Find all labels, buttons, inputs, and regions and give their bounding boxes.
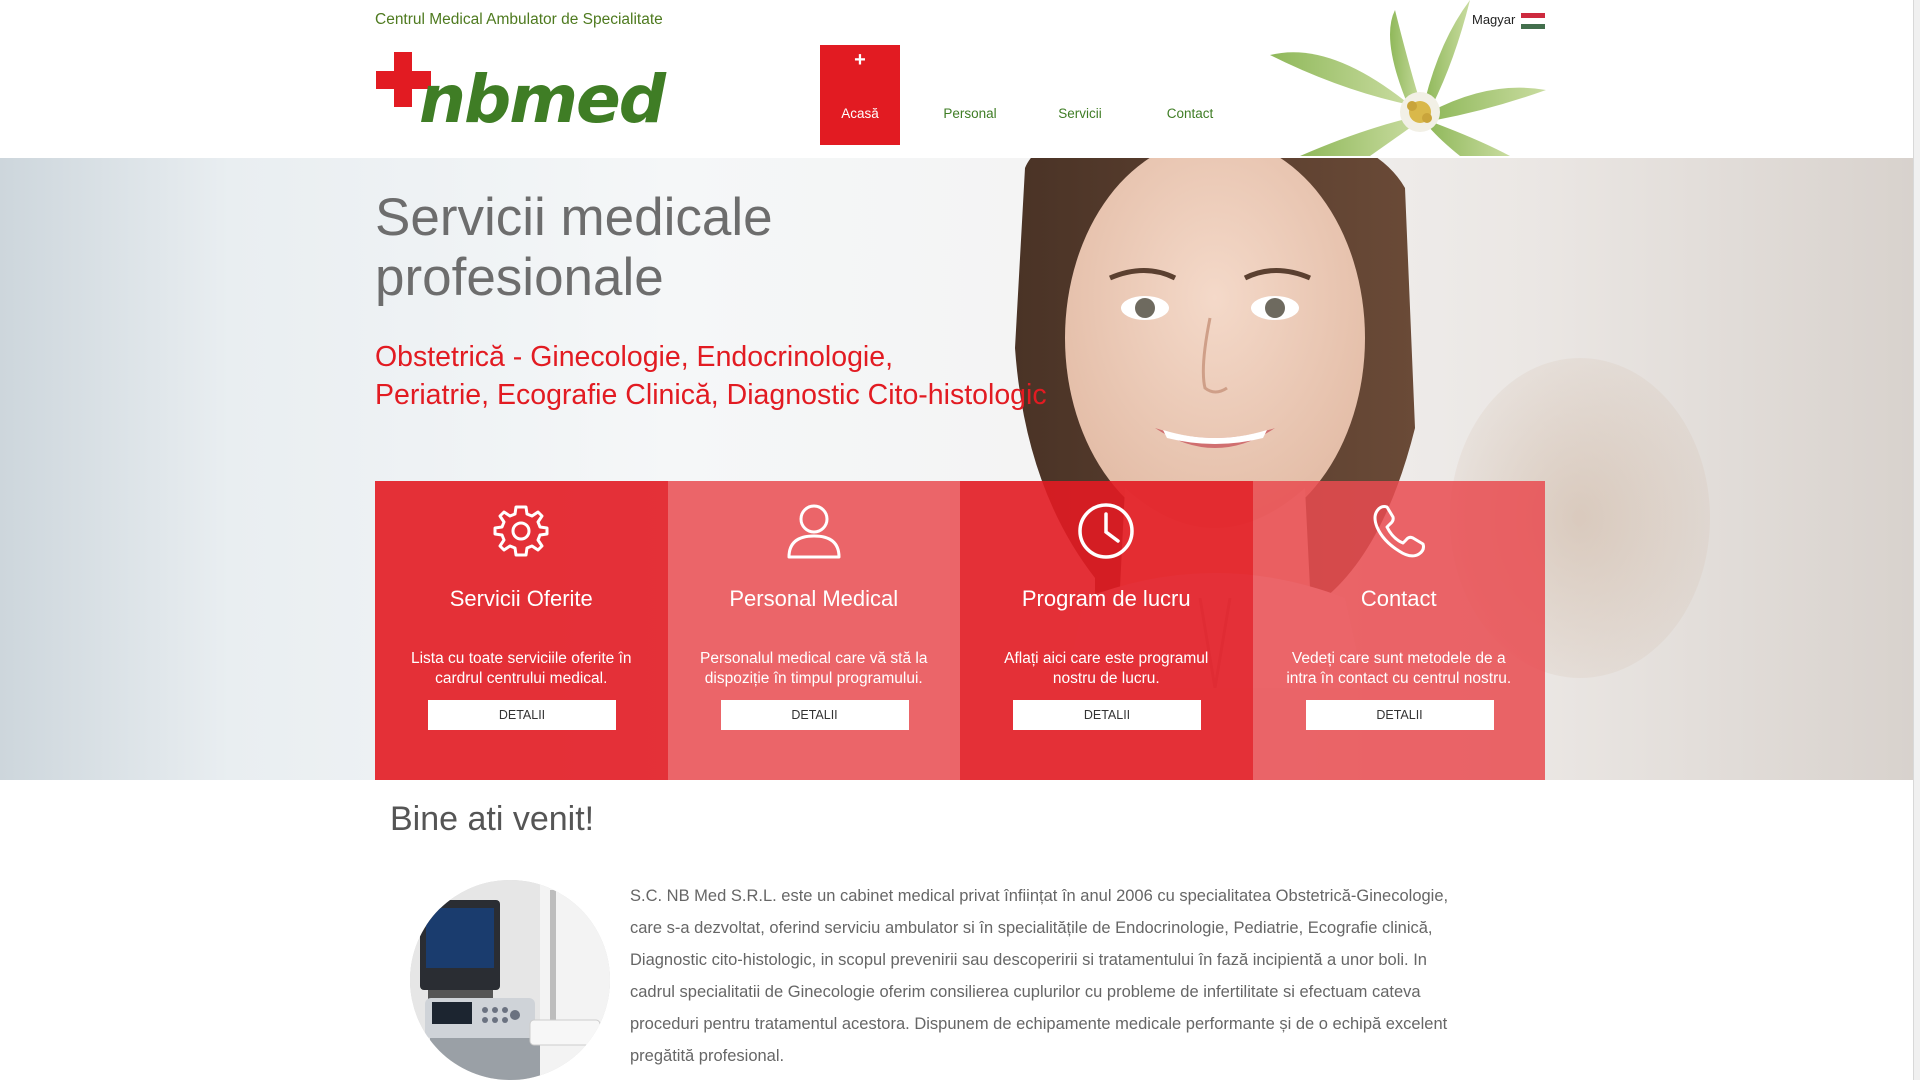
feature-cards: Servicii Oferite Lista cu toate servicii… bbox=[375, 481, 1545, 780]
ultrasound-machine-image bbox=[410, 880, 610, 1080]
phone-icon bbox=[1253, 501, 1546, 561]
nav-item-acasa[interactable]: + Acasă bbox=[820, 45, 900, 145]
card-title: Contact bbox=[1360, 586, 1437, 611]
hero-title-line: profesionale bbox=[375, 248, 664, 307]
hero-title-line: Servicii medicale bbox=[375, 188, 773, 247]
nav-item-label: Acasă bbox=[841, 106, 879, 121]
nav-item-label: Servicii bbox=[1058, 106, 1102, 121]
hungarian-flag-icon[interactable] bbox=[1521, 13, 1545, 29]
hero-subtitle: Obstetrică - Ginecologie, Endocrinologie… bbox=[375, 338, 1095, 414]
site-tagline: Centrul Medical Ambulator de Specialitat… bbox=[375, 11, 663, 28]
site-header: Centrul Medical Ambulator de Specialitat… bbox=[0, 0, 1914, 161]
card-text: Aflați aici care este programul nostru d… bbox=[1004, 650, 1209, 687]
plus-icon: + bbox=[854, 49, 866, 71]
hero-banner: Servicii medicale profesionale Obstetric… bbox=[0, 158, 1914, 780]
hero-subtitle-line: Obstetrică - Ginecologie, Endocrinologie… bbox=[375, 341, 894, 373]
user-icon bbox=[668, 501, 961, 561]
language-switch[interactable]: Magyar bbox=[1472, 12, 1515, 27]
hero-title: Servicii medicale profesionale bbox=[375, 188, 975, 308]
nav-item-contact[interactable]: Contact bbox=[1150, 45, 1230, 145]
card-program-de-lucru: Program de lucru Aflați aici care este p… bbox=[960, 481, 1253, 780]
welcome-title: Bine ati venit! bbox=[390, 800, 595, 838]
card-contact: Contact Vedeți care sunt metodele de a i… bbox=[1252, 481, 1546, 780]
clock-icon bbox=[960, 501, 1253, 561]
card-title: Personal Medical bbox=[729, 586, 899, 611]
card-personal-medical: Personal Medical Personalul medical care… bbox=[667, 481, 961, 780]
site-logo[interactable]: nbmed bbox=[374, 52, 666, 142]
nav-item-label: Personal bbox=[943, 106, 997, 121]
card-title: Program de lucru bbox=[1021, 586, 1191, 611]
nav-item-personal[interactable]: Personal bbox=[930, 45, 1010, 145]
gear-icon bbox=[375, 501, 668, 561]
card-text: Personalul medical care vă stă la dispoz… bbox=[700, 650, 928, 687]
card-title: Servicii Oferite bbox=[449, 586, 593, 611]
card-details-button[interactable]: DETALII bbox=[1305, 700, 1494, 730]
welcome-text: S.C. NB Med S.R.L. este un cabinet medic… bbox=[630, 887, 1449, 1065]
card-text: Lista cu toate serviciile oferite în car… bbox=[410, 650, 632, 687]
card-details-button[interactable]: DETALII bbox=[428, 700, 616, 730]
card-details-button[interactable]: DETALII bbox=[720, 700, 909, 730]
logo-text: nbmed bbox=[419, 61, 666, 138]
nav-item-label: Contact bbox=[1166, 106, 1214, 121]
card-text: Vedeți care sunt metodele de a intra în … bbox=[1286, 650, 1512, 687]
card-details-button[interactable]: DETALII bbox=[1013, 700, 1201, 730]
page-scrollbar[interactable] bbox=[1913, 0, 1920, 1080]
hero-subtitle-line: Periatrie, Ecografie Clinică, Diagnostic… bbox=[375, 379, 1047, 411]
card-servicii-oferite: Servicii Oferite Lista cu toate servicii… bbox=[375, 481, 668, 780]
page: Centrul Medical Ambulator de Specialitat… bbox=[0, 0, 1920, 1080]
nav-item-servicii[interactable]: Servicii bbox=[1040, 45, 1120, 145]
